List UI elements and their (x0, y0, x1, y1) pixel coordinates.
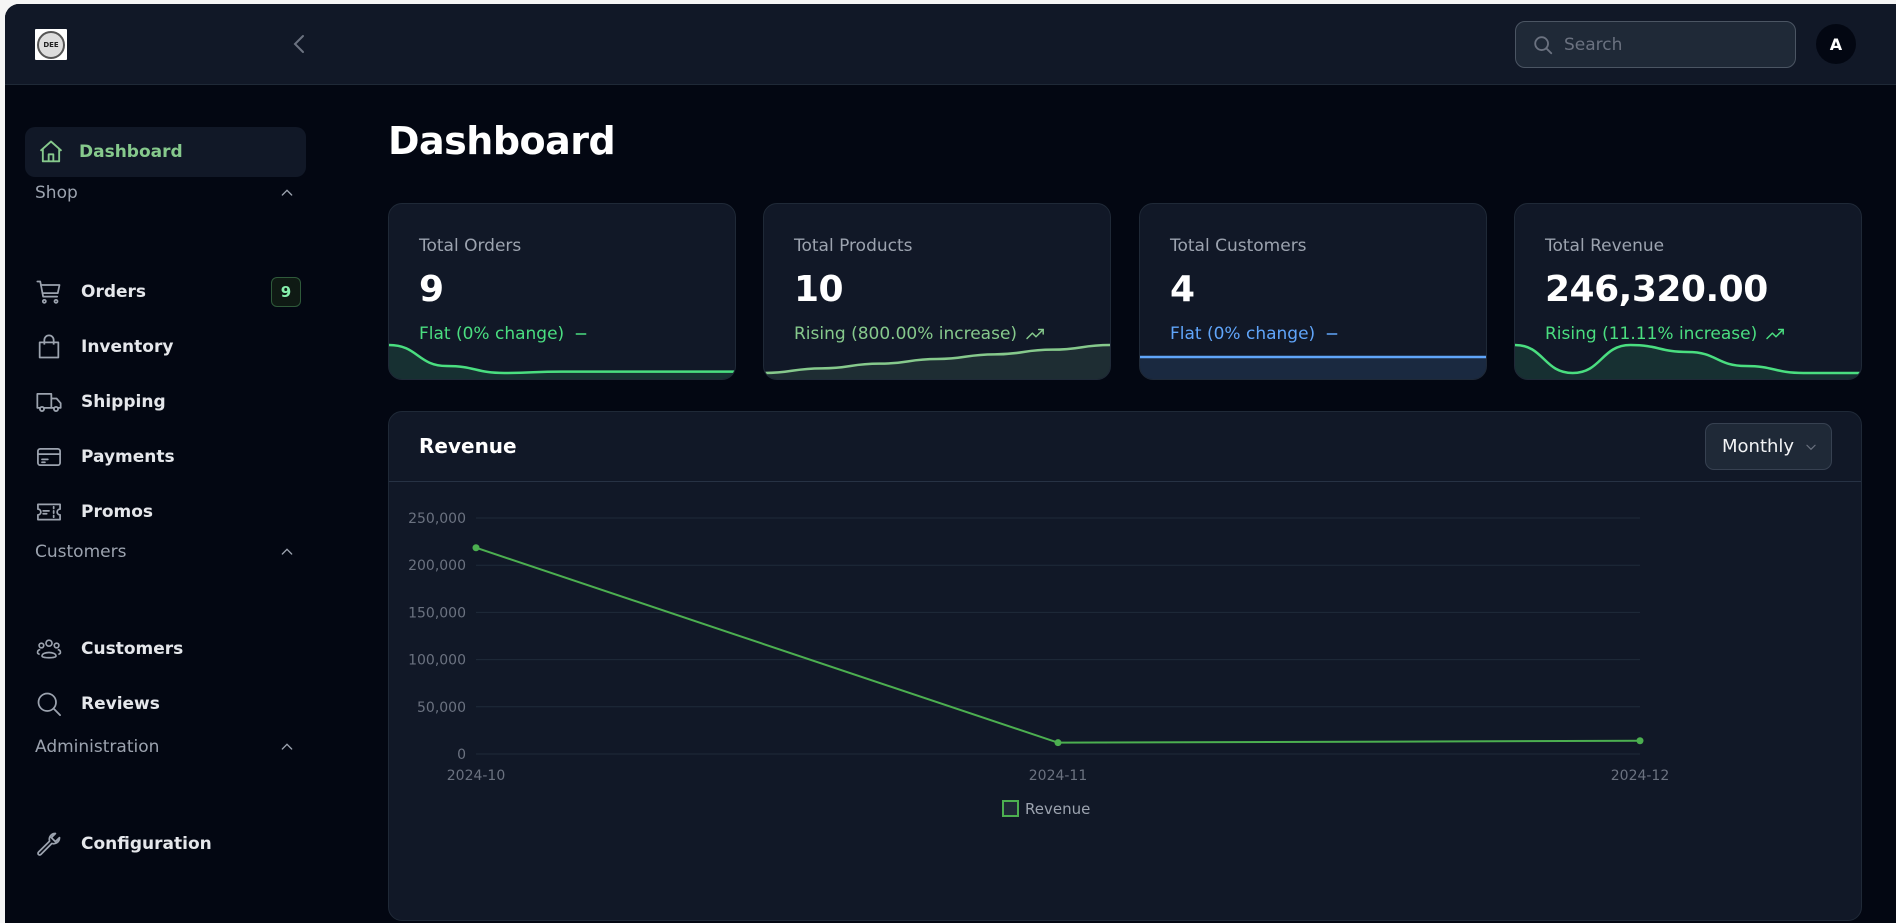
sidebar-item-label: Payments (81, 447, 175, 467)
section-customers-toggle[interactable]: Customers (35, 542, 295, 562)
chevron-up-icon (281, 548, 293, 555)
period-select[interactable]: Monthly (1705, 423, 1832, 470)
sidebar-item-label: Configuration (81, 834, 212, 854)
stat-cards: Total Orders 9 Flat (0% change) Total Pr… (388, 203, 1862, 380)
sidebar-item-label: Orders (81, 282, 147, 302)
sidebar-item-inventory[interactable]: Inventory (35, 329, 301, 365)
chevron-up-icon (281, 189, 293, 196)
sidebar: Dashboard Shop Orders 9 Inventory Shippi… (5, 85, 325, 923)
x-tick-label: 2024-10 (447, 768, 506, 784)
collapse-sidebar-button[interactable] (288, 32, 312, 56)
shopping-bag-icon (35, 333, 63, 361)
search-icon (35, 690, 63, 718)
users-icon (35, 635, 63, 663)
orders-count-badge: 9 (271, 277, 301, 307)
ticket-icon (35, 498, 63, 526)
sidebar-item-label: Inventory (81, 337, 174, 357)
y-tick-label: 50,000 (417, 700, 466, 716)
stat-value: 10 (794, 269, 844, 310)
stat-sparkline (1140, 355, 1486, 379)
stat-title: Total Orders (419, 236, 522, 256)
y-tick-label: 200,000 (408, 558, 466, 574)
section-administration-toggle[interactable]: Administration (35, 737, 295, 757)
y-tick-label: 100,000 (408, 653, 466, 669)
main-content: Dashboard Total Orders 9 Flat (0% change… (385, 85, 1896, 923)
stat-value: 4 (1170, 269, 1195, 310)
sidebar-item-label: Customers (81, 639, 184, 659)
sparkline-area (389, 345, 735, 379)
chevron-up-icon (281, 743, 293, 750)
legend-swatch (1002, 800, 1019, 817)
wrench-icon (35, 830, 63, 858)
legend-label: Revenue (1025, 800, 1090, 818)
sidebar-item-configuration[interactable]: Configuration (35, 826, 301, 862)
credit-card-icon (35, 443, 63, 471)
logo[interactable]: DEE (35, 29, 67, 60)
data-point (1636, 737, 1644, 745)
data-point (472, 544, 480, 552)
sidebar-item-payments[interactable]: Payments (35, 439, 301, 475)
section-label: Shop (35, 183, 78, 203)
revenue-line-chart: 0 50,000 100,000 150,000 200,000 250,000 2024-… (408, 511, 1670, 818)
sidebar-item-customers[interactable]: Customers (35, 631, 301, 667)
chart-title: Revenue (419, 434, 517, 458)
x-tick-label: 2024-12 (1611, 768, 1670, 784)
search-input[interactable] (1564, 34, 1784, 55)
user-avatar[interactable]: A (1816, 24, 1856, 64)
y-tick-label: 150,000 (408, 605, 466, 621)
period-select-value: Monthly (1722, 436, 1795, 457)
stat-value: 246,320.00 (1545, 269, 1768, 310)
stat-card-total-products: Total Products 10 Rising (800.00% increa… (763, 203, 1111, 380)
section-label: Administration (35, 737, 160, 757)
sidebar-item-label: Shipping (81, 392, 166, 412)
stat-card-total-orders: Total Orders 9 Flat (0% change) (388, 203, 736, 380)
data-point (1054, 739, 1062, 747)
stat-sparkline (1515, 343, 1861, 379)
sidebar-item-dashboard[interactable]: Dashboard (25, 127, 306, 177)
chart-header: Revenue Monthly (389, 412, 1861, 482)
stat-value: 9 (419, 269, 444, 310)
sidebar-item-label: Dashboard (79, 142, 183, 162)
stat-card-total-revenue: Total Revenue 246,320.00 Rising (11.11% … (1514, 203, 1862, 380)
x-tick-label: 2024-11 (1029, 768, 1088, 784)
stat-title: Total Products (794, 236, 913, 256)
revenue-chart-card: Revenue Monthly 0 50,000 100,000 150,000 200… (388, 411, 1862, 921)
search-box[interactable] (1515, 21, 1796, 68)
page-title: Dashboard (388, 119, 616, 163)
sidebar-item-orders[interactable]: Orders 9 (35, 274, 301, 310)
app-window: DEE A Dashboard Shop Orders 9 (5, 4, 1896, 923)
chevron-left-icon (293, 35, 304, 53)
y-tick-label: 0 (457, 747, 466, 763)
section-label: Customers (35, 542, 127, 562)
sidebar-item-shipping[interactable]: Shipping (35, 384, 301, 420)
stat-sparkline (764, 343, 1110, 379)
chevron-down-icon (1806, 444, 1816, 450)
section-shop-toggle[interactable]: Shop (35, 183, 295, 203)
stat-title: Total Revenue (1545, 236, 1665, 256)
stat-sparkline (389, 343, 735, 379)
home-icon (37, 138, 65, 166)
sidebar-item-reviews[interactable]: Reviews (35, 686, 301, 722)
sidebar-item-label: Promos (81, 502, 154, 522)
sidebar-item-promos[interactable]: Promos (35, 494, 301, 530)
top-bar: DEE A (5, 4, 1896, 85)
cart-icon (35, 278, 63, 306)
search-icon (1534, 35, 1553, 54)
logo-seal: DEE (37, 30, 65, 59)
sidebar-item-label: Reviews (81, 694, 160, 714)
sparkline-area (1140, 357, 1486, 379)
stat-card-total-customers: Total Customers 4 Flat (0% change) (1139, 203, 1487, 380)
truck-icon (35, 388, 63, 416)
series-line (475, 546, 1641, 744)
stat-title: Total Customers (1170, 236, 1307, 256)
y-tick-label: 250,000 (408, 511, 466, 527)
